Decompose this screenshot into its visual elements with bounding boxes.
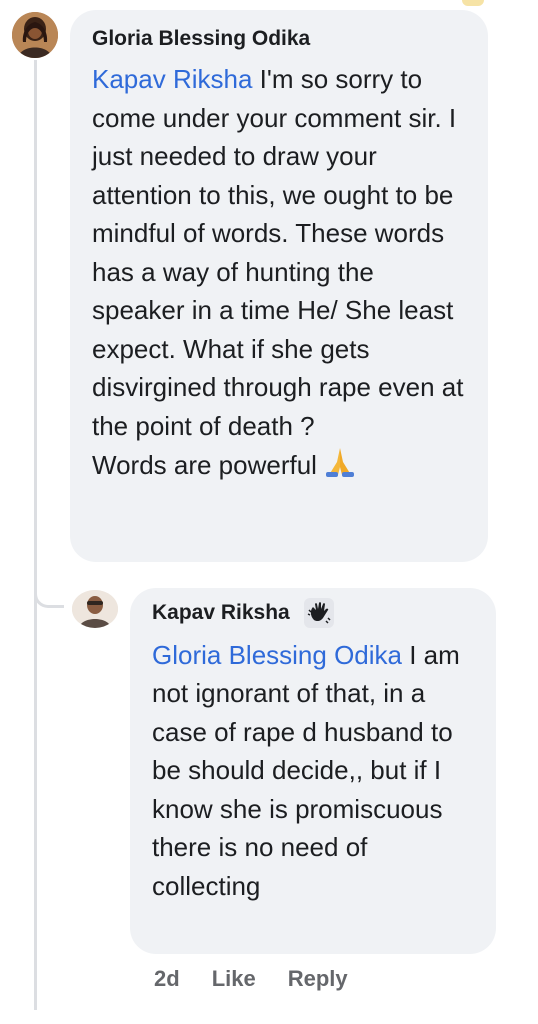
like-button[interactable]: Like bbox=[212, 966, 256, 992]
avatar[interactable] bbox=[72, 590, 118, 628]
reply-button[interactable]: Reply bbox=[288, 966, 348, 992]
avatar-photo-icon bbox=[72, 590, 118, 628]
waving-hand-badge-icon[interactable] bbox=[304, 597, 335, 628]
mention-link[interactable]: Gloria Blessing Odika bbox=[152, 640, 402, 670]
mention-link[interactable]: Kapav Riksha bbox=[92, 64, 252, 94]
thread-line bbox=[34, 60, 37, 1010]
comment-body: I'm so sorry to come under your comment … bbox=[92, 64, 464, 481]
reply-text: Gloria Blessing Odika I am not ignorant … bbox=[152, 636, 474, 906]
reply-actions: 2d Like Reply bbox=[154, 966, 348, 992]
timestamp[interactable]: 2d bbox=[154, 966, 180, 992]
reply-body: I am not ignorant of that, in a case of … bbox=[152, 639, 460, 901]
reply-bubble: Kapav Riksha Gloria Blessing Odika I am … bbox=[130, 588, 496, 954]
comment-author[interactable]: Gloria Blessing Odika bbox=[92, 24, 310, 54]
comment-bubble: Gloria Blessing Odika Kapav Riksha I'm s… bbox=[70, 10, 488, 562]
avatar[interactable] bbox=[12, 12, 58, 58]
comment-text: Kapav Riksha I'm so sorry to come under … bbox=[92, 60, 466, 490]
folded-hands-icon bbox=[323, 445, 357, 490]
reply-connector bbox=[34, 580, 64, 608]
top-edge-reaction-mark bbox=[462, 0, 484, 6]
reply-author[interactable]: Kapav Riksha bbox=[152, 598, 290, 628]
avatar-photo-icon bbox=[12, 12, 58, 58]
